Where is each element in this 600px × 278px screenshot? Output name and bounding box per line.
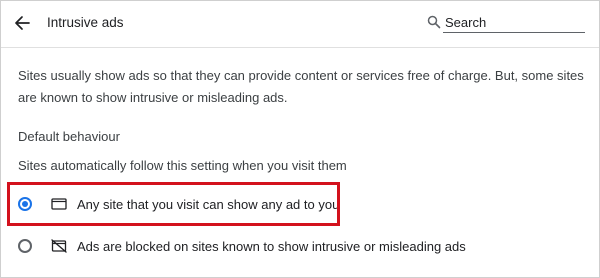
- radio-button-unselected[interactable]: [18, 239, 32, 253]
- back-button[interactable]: [10, 11, 34, 35]
- header-divider: [1, 47, 599, 48]
- page-title: Intrusive ads: [47, 15, 124, 30]
- option-label: Ads are blocked on sites known to show i…: [77, 238, 466, 254]
- page-header: Intrusive ads: [1, 1, 599, 47]
- ad-blocked-icon: [51, 239, 67, 253]
- settings-page: Intrusive ads Sites usually show ads so …: [0, 0, 600, 278]
- search-input[interactable]: [443, 13, 585, 33]
- search-icon: [427, 15, 441, 29]
- page-description: Sites usually show ads so that they can …: [18, 68, 584, 105]
- search-box[interactable]: [427, 13, 587, 33]
- option-block-intrusive-ads[interactable]: Ads are blocked on sites known to show i…: [9, 231, 569, 261]
- arrow-back-icon: [15, 16, 30, 30]
- section-title: Default behaviour: [18, 129, 120, 144]
- section-subtitle: Sites automatically follow this setting …: [18, 158, 347, 173]
- highlight-box: [7, 182, 340, 226]
